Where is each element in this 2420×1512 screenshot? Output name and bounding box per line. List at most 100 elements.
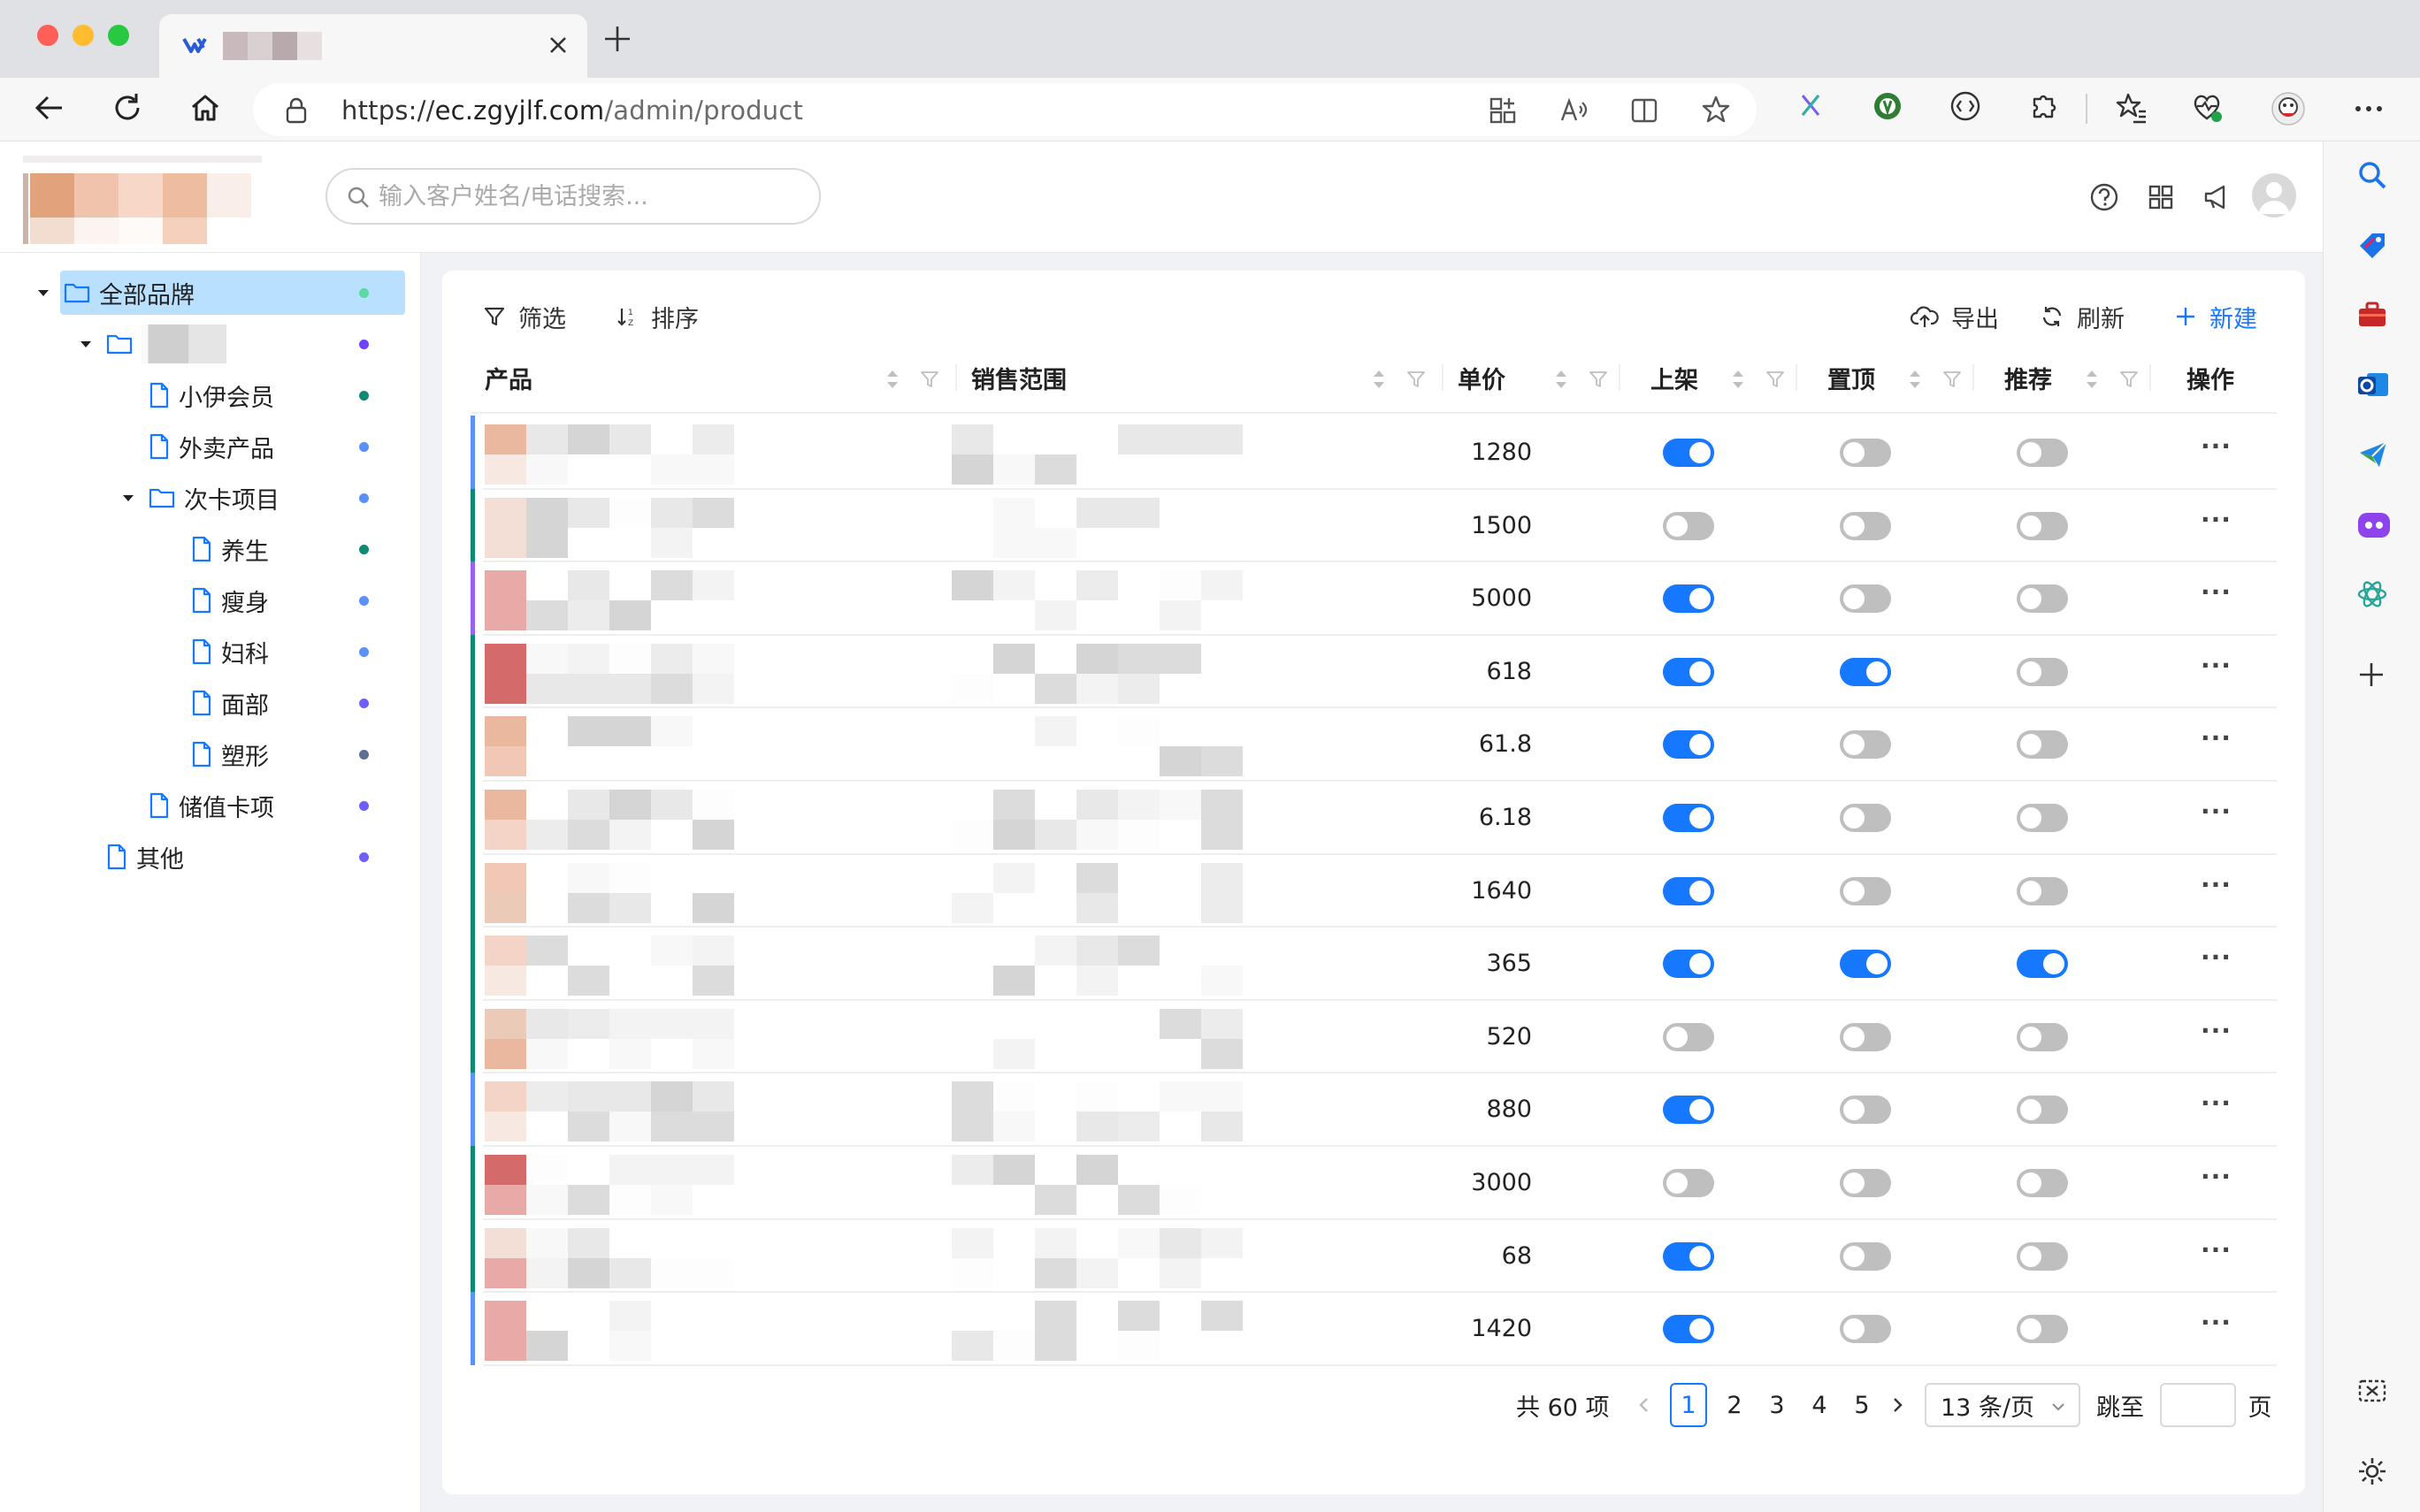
- sales-range-cell[interactable]: [952, 854, 1306, 928]
- recommend-toggle[interactable]: [2017, 1315, 2068, 1344]
- tree-node[interactable]: 储值卡项: [120, 783, 274, 828]
- column-filter-icon[interactable]: [920, 370, 939, 389]
- prev-page-icon[interactable]: [1635, 1395, 1654, 1415]
- column-filter-icon[interactable]: [2119, 370, 2139, 389]
- row-more-actions-button[interactable]: ···: [2201, 1308, 2232, 1337]
- col-header-price[interactable]: 单价: [1458, 341, 1505, 414]
- drop-send-icon[interactable]: [2356, 437, 2390, 470]
- jump-page-input[interactable]: [2160, 1383, 2236, 1427]
- address-bar[interactable]: https://ec.zgyjlf.com/admin/product: [253, 83, 1757, 136]
- caret-down-icon[interactable]: [78, 336, 94, 352]
- col-header-recommend[interactable]: 推荐: [2004, 341, 2052, 414]
- extension-shield-icon[interactable]: [1872, 90, 1903, 122]
- recommend-toggle[interactable]: [2017, 1169, 2068, 1197]
- row-more-actions-button[interactable]: ···: [2201, 1235, 2232, 1264]
- column-filter-icon[interactable]: [1589, 370, 1608, 389]
- product-name-cell[interactable]: [485, 927, 927, 1000]
- new-tab-icon[interactable]: [601, 23, 633, 55]
- split-screen-icon[interactable]: [1629, 95, 1659, 126]
- page-size-select[interactable]: 13 条/页: [1925, 1383, 2080, 1427]
- recommend-toggle[interactable]: [2017, 1096, 2068, 1125]
- row-more-actions-button[interactable]: ···: [2201, 1016, 2232, 1045]
- new-product-button[interactable]: 新建: [2174, 299, 2257, 334]
- table-row[interactable]: 880 ···: [471, 1073, 2277, 1146]
- recommend-toggle[interactable]: [2017, 657, 2068, 686]
- table-row[interactable]: 1280 ···: [471, 416, 2277, 489]
- pin-top-toggle[interactable]: [1840, 439, 1891, 467]
- page-number-button[interactable]: 3: [1758, 1383, 1796, 1427]
- table-row[interactable]: 1500 ···: [471, 488, 2277, 562]
- extension-x-icon[interactable]: [1796, 90, 1826, 120]
- product-name-cell[interactable]: [485, 1219, 927, 1293]
- sales-range-cell[interactable]: [952, 707, 1306, 781]
- search-icon[interactable]: [2356, 159, 2388, 191]
- recommend-toggle[interactable]: [2017, 1241, 2068, 1271]
- tree-node[interactable]: 塑形: [163, 732, 269, 776]
- product-name-cell[interactable]: [485, 416, 927, 489]
- column-filter-icon[interactable]: [1765, 370, 1785, 389]
- announcement-icon[interactable]: [2202, 182, 2232, 212]
- on-shelf-toggle[interactable]: [1663, 950, 1714, 979]
- tree-node[interactable]: 次卡项目: [120, 476, 280, 520]
- table-row[interactable]: 520 ···: [471, 999, 2277, 1073]
- col-header-pin-top[interactable]: 置顶: [1827, 341, 1875, 414]
- on-shelf-toggle[interactable]: [1663, 804, 1714, 832]
- page-number-button[interactable]: 5: [1843, 1383, 1880, 1427]
- tree-node[interactable]: 其他: [78, 835, 184, 879]
- sales-range-cell[interactable]: [952, 489, 1306, 562]
- on-shelf-toggle[interactable]: [1663, 1096, 1714, 1125]
- sort-caret-icon[interactable]: [2084, 370, 2100, 389]
- table-row[interactable]: 3000 ···: [471, 1146, 2277, 1219]
- table-row[interactable]: 68 ···: [471, 1218, 2277, 1293]
- on-shelf-toggle[interactable]: [1663, 730, 1714, 760]
- sales-range-cell[interactable]: [952, 927, 1306, 1000]
- refresh-button[interactable]: 刷新: [2040, 299, 2125, 334]
- add-panel-icon[interactable]: [2356, 660, 2386, 690]
- help-icon[interactable]: [2089, 182, 2119, 212]
- profile-avatar-icon[interactable]: [2270, 90, 2307, 127]
- product-name-cell[interactable]: [485, 1146, 927, 1219]
- tree-node[interactable]: 瘦身: [163, 578, 269, 622]
- page-number-button[interactable]: 2: [1716, 1383, 1753, 1427]
- pin-top-toggle[interactable]: [1840, 730, 1891, 760]
- product-name-cell[interactable]: [485, 1073, 927, 1146]
- pin-top-toggle[interactable]: [1840, 657, 1891, 686]
- product-name-cell[interactable]: [485, 1292, 927, 1365]
- pin-top-toggle[interactable]: [1840, 804, 1891, 832]
- table-row[interactable]: 365 ···: [471, 927, 2277, 1000]
- row-more-actions-button[interactable]: ···: [2201, 651, 2232, 680]
- tree-node[interactable]: 面部: [163, 681, 269, 725]
- row-more-actions-button[interactable]: ···: [2201, 723, 2232, 752]
- apps-icon[interactable]: [1488, 95, 1518, 126]
- on-shelf-toggle[interactable]: [1663, 657, 1714, 686]
- app-grid-icon[interactable]: [2146, 182, 2176, 212]
- sales-range-cell[interactable]: [952, 1292, 1306, 1365]
- product-name-cell[interactable]: [485, 1000, 927, 1073]
- pin-top-toggle[interactable]: [1840, 1315, 1891, 1344]
- sort-caret-icon[interactable]: [1907, 370, 1923, 389]
- column-filter-icon[interactable]: [1406, 370, 1426, 389]
- sales-range-cell[interactable]: [952, 781, 1306, 854]
- copilot-bot-icon[interactable]: [2356, 508, 2392, 543]
- on-shelf-toggle[interactable]: [1663, 1315, 1714, 1344]
- sales-range-cell[interactable]: [952, 1146, 1306, 1219]
- product-name-cell[interactable]: [485, 489, 927, 562]
- on-shelf-toggle[interactable]: [1663, 1022, 1714, 1051]
- product-name-cell[interactable]: [485, 635, 927, 708]
- sales-range-cell[interactable]: [952, 1000, 1306, 1073]
- close-tab-icon[interactable]: [547, 34, 570, 57]
- pin-top-toggle[interactable]: [1840, 1022, 1891, 1051]
- pin-top-toggle[interactable]: [1840, 876, 1891, 905]
- tree-node[interactable]: 外卖产品: [120, 424, 274, 469]
- minimize-window-button[interactable]: [73, 25, 94, 46]
- extension-code-icon[interactable]: [1949, 90, 1981, 122]
- reload-icon[interactable]: [110, 90, 145, 126]
- settings-gear-icon[interactable]: [2356, 1455, 2388, 1487]
- back-icon[interactable]: [32, 90, 67, 126]
- export-button[interactable]: 导出: [1911, 299, 1999, 334]
- extensions-puzzle-icon[interactable]: [2027, 90, 2059, 122]
- tree-node[interactable]: 全部品牌: [35, 271, 195, 315]
- sales-range-cell[interactable]: [952, 416, 1306, 489]
- brand-logo[interactable]: [23, 156, 262, 248]
- next-page-icon[interactable]: [1888, 1395, 1907, 1415]
